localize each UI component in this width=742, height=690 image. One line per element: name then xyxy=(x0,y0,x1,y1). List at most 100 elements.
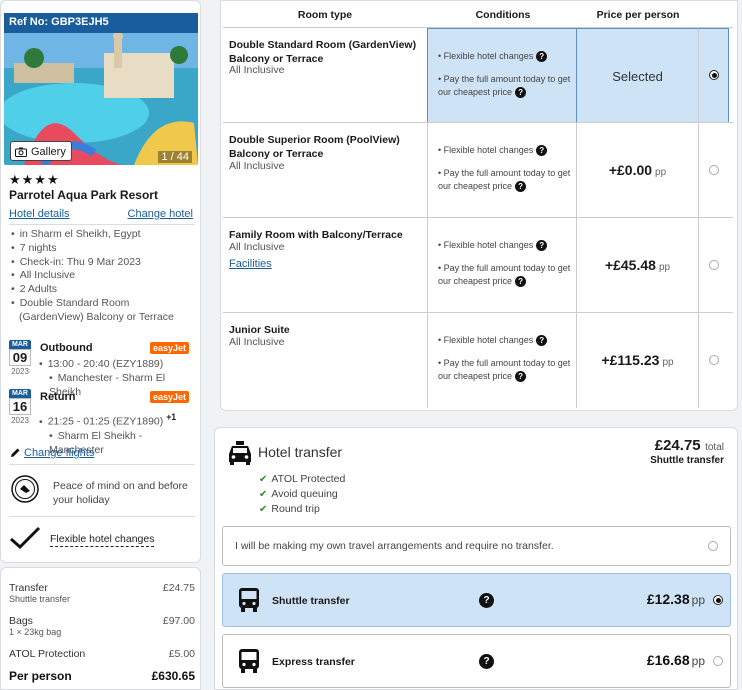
summary-sub: Shuttle transfer xyxy=(9,594,71,604)
divider xyxy=(9,464,195,465)
help-icon[interactable]: ? xyxy=(536,240,548,252)
room-board: All Inclusive xyxy=(229,64,285,76)
summary-row-atol: ATOL Protection £5.00 xyxy=(9,648,195,660)
hotel-name: Parrotel Aqua Park Resort xyxy=(9,188,158,202)
summary-value: £5.00 xyxy=(168,648,195,660)
help-icon[interactable]: ? xyxy=(536,335,548,347)
room-row[interactable]: Double Standard Room (GardenView) Balcon… xyxy=(223,27,733,123)
help-icon[interactable]: ? xyxy=(479,593,494,608)
help-icon[interactable]: ? xyxy=(515,275,527,287)
atol-shield-icon xyxy=(11,475,39,503)
feature-item: Avoid queuing xyxy=(259,487,345,502)
day: 09 xyxy=(9,349,31,366)
transfer-price: £24.75 xyxy=(654,437,701,454)
location-fact: in Sharm el Sheikh, Egypt xyxy=(11,228,196,242)
return-title: Return xyxy=(40,391,76,403)
help-icon[interactable]: ? xyxy=(515,180,527,192)
shuttle-radio[interactable] xyxy=(713,595,723,605)
nights-fact: 7 nights xyxy=(11,242,196,256)
shuttle-price: £12.38 pp xyxy=(647,591,705,607)
summary-row-bags: Bags 1 × 23kg bag £97.00 xyxy=(9,615,195,637)
summary-label: ATOL Protection xyxy=(9,648,86,660)
pp-unit: pp xyxy=(655,167,667,178)
room-price: +£0.00 pp xyxy=(577,123,699,218)
room-price: +£115.23 pp xyxy=(577,313,699,408)
header-conditions: Conditions xyxy=(475,9,531,21)
change-flights-link[interactable]: Change flights xyxy=(24,447,94,459)
peace-of-mind-text: Peace of mind on and before your holiday xyxy=(53,480,188,506)
help-icon[interactable]: ? xyxy=(479,654,494,669)
year: 2023 xyxy=(11,416,29,425)
no-transfer-option[interactable]: I will be making my own travel arrangeme… xyxy=(222,526,731,566)
condition-flexible: • Flexible hotel changes? xyxy=(438,145,548,157)
room-name: Junior Suite xyxy=(229,324,290,336)
taxi-icon xyxy=(229,441,251,465)
room-radio[interactable] xyxy=(709,355,719,365)
outbound-title: Outbound xyxy=(40,342,93,354)
summary-row-transfer: Transfer Shuttle transfer £24.75 xyxy=(9,582,195,604)
pp-unit: pp xyxy=(691,593,705,607)
return-time-text: 21:25 - 01:25 (EZY1890) xyxy=(47,415,164,428)
checkin-fact: Check-in: Thu 9 Mar 2023 xyxy=(11,256,196,270)
holiday-summary-card: Ref No: GBP3EJH5 Gallery 1 / 44 ★★★★ Par… xyxy=(0,0,201,563)
feature-item: Round trip xyxy=(259,502,345,517)
per-person-value: £630.65 xyxy=(151,669,195,683)
header-room-type: Room type xyxy=(297,9,353,21)
room-name: Family Room with Balcony/Terrace xyxy=(229,229,403,241)
help-icon[interactable]: ? xyxy=(536,145,548,157)
express-price: £16.68 pp xyxy=(647,652,705,668)
board-fact: All Inclusive xyxy=(11,269,196,283)
month: MAR xyxy=(9,389,31,398)
pp-unit: pp xyxy=(658,262,671,273)
reference-number: Ref No: GBP3EJH5 xyxy=(4,13,198,33)
transfer-title: Hotel transfer xyxy=(258,444,343,460)
divider xyxy=(9,516,195,517)
flexible-changes-tooltip[interactable]: Flexible hotel changes xyxy=(50,533,155,547)
condition-text: Pay the full amount today to get our che… xyxy=(438,263,571,286)
room-row[interactable]: Junior Suite All Inclusive • Flexible ho… xyxy=(223,312,733,408)
summary-value: £24.75 xyxy=(162,582,195,594)
room-row[interactable]: Double Superior Room (PoolView) Balcony … xyxy=(223,122,733,218)
express-label: Express transfer xyxy=(272,656,355,668)
room-name: Double Superior Room (PoolView) Balcony … xyxy=(229,134,400,160)
condition-flexible: • Flexible hotel changes? xyxy=(438,335,548,347)
return-date-badge: MAR 16 2023 xyxy=(9,389,31,426)
gallery-button[interactable]: Gallery xyxy=(10,141,72,161)
condition-text: Flexible hotel changes xyxy=(443,335,534,345)
room-price: Selected xyxy=(577,28,699,123)
no-transfer-radio[interactable] xyxy=(708,541,718,551)
condition-text: Pay the full amount today to get our che… xyxy=(438,74,571,97)
room-fact: Double Standard Room (GardenView) Balcon… xyxy=(11,297,196,325)
room-conditions: • Flexible hotel changes? • Pay the full… xyxy=(427,218,577,313)
month: MAR xyxy=(9,340,31,349)
star-rating: ★★★★ xyxy=(9,172,60,187)
outbound-date-badge: MAR 09 2023 xyxy=(9,340,31,377)
change-hotel-link[interactable]: Change hotel xyxy=(128,208,193,220)
room-radio[interactable] xyxy=(709,165,719,175)
day-offset: +1 xyxy=(166,412,177,422)
help-icon[interactable]: ? xyxy=(515,370,527,382)
price-value: +£45.48 xyxy=(604,257,656,273)
condition-text: Flexible hotel changes xyxy=(443,145,534,155)
price-value: +£115.23 xyxy=(601,352,660,368)
room-row[interactable]: Family Room with Balcony/Terrace All Inc… xyxy=(223,217,733,313)
condition-flexible: • Flexible hotel changes? xyxy=(438,240,548,252)
camera-icon xyxy=(15,147,27,157)
help-icon[interactable]: ? xyxy=(515,86,527,98)
airline-badge: easyJet xyxy=(150,342,190,354)
express-transfer-option[interactable]: Express transfer ? £16.68 pp xyxy=(222,634,731,688)
room-conditions: • Flexible hotel changes? • Pay the full… xyxy=(427,28,577,123)
pencil-icon xyxy=(11,448,20,457)
express-radio[interactable] xyxy=(713,656,723,666)
help-icon[interactable]: ? xyxy=(536,51,548,63)
price-value: +£0.00 xyxy=(608,162,653,178)
facilities-link[interactable]: Facilities xyxy=(229,258,272,270)
price-value: £12.38 xyxy=(646,591,690,607)
hotel-details-link[interactable]: Hotel details xyxy=(9,208,70,220)
room-radio[interactable] xyxy=(709,260,719,270)
condition-text: Pay the full amount today to get our che… xyxy=(438,168,571,191)
photo-counter: 1 / 44 xyxy=(158,151,192,163)
room-radio[interactable] xyxy=(709,70,719,80)
shuttle-transfer-option[interactable]: Shuttle transfer ? £12.38 pp xyxy=(222,573,731,627)
room-board: All Inclusive xyxy=(229,241,285,253)
